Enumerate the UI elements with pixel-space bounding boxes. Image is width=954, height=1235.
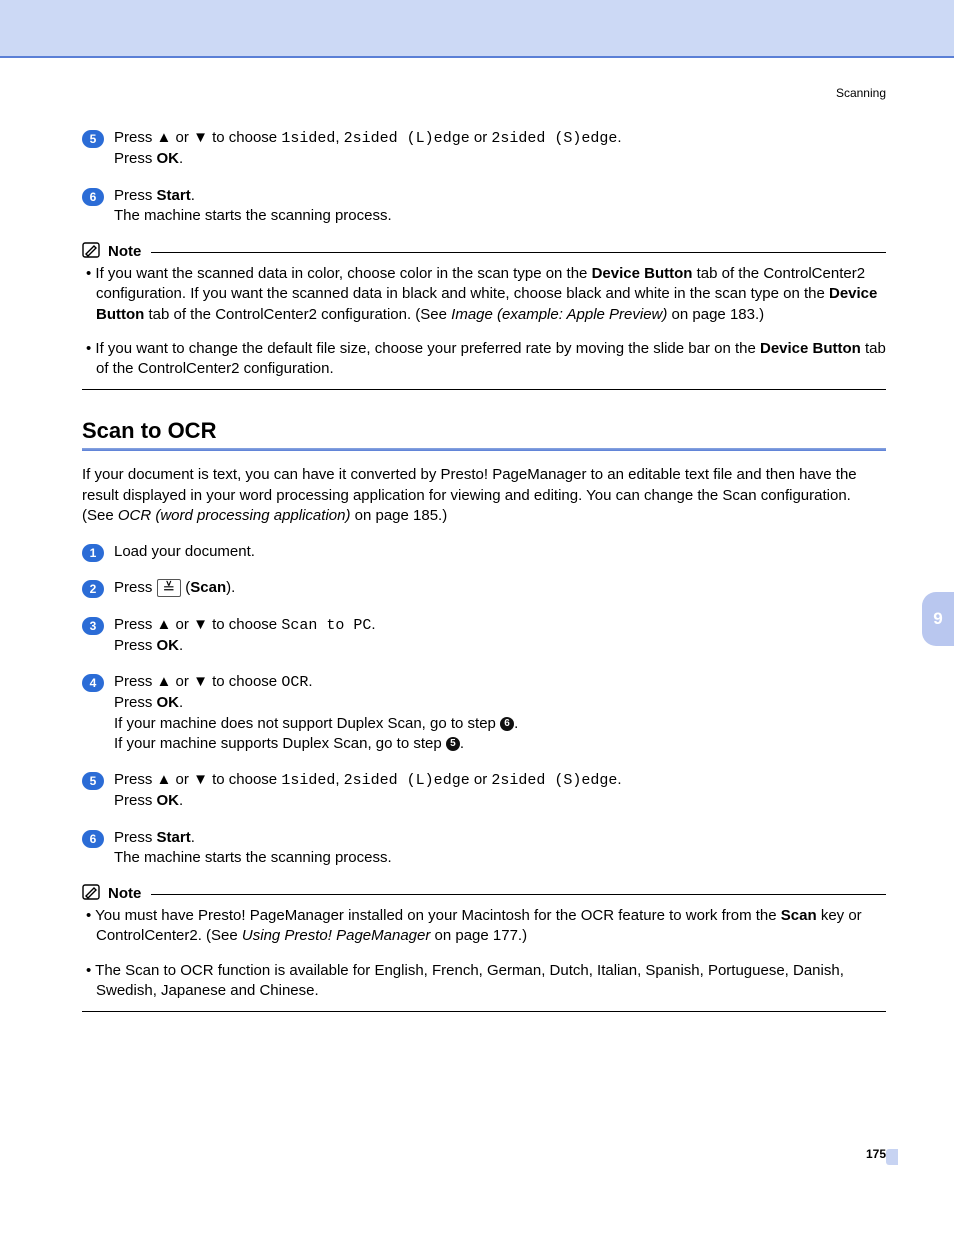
step-reference-icon: 6 [500,717,514,731]
section-title: Scan to OCR [82,418,886,444]
ocr-step-6: 6 Press Start. The machine starts the sc… [82,828,886,869]
content: Scanning 5 Press ▲ or ▼ to choose 1sided… [0,58,954,1012]
up-arrow-icon: ▲ [157,771,172,788]
page: 9 Scanning 5 Press ▲ or ▼ to choose 1sid… [0,0,954,1235]
step-reference-icon: 5 [446,737,460,751]
down-arrow-icon: ▼ [193,771,208,788]
note-end-rule [82,1011,886,1012]
ocr-step-3: 3 Press ▲ or ▼ to choose Scan to PC. Pre… [82,615,886,657]
ocr-step-2: 2 Press ≚ (Scan). [82,578,886,598]
section-intro: If your document is text, you can have i… [82,465,886,526]
option-2sided-ledge: 2sided (L)edge [344,130,470,147]
note-item: If you want the scanned data in color, c… [82,264,886,325]
note-block: Note If you want the scanned data in col… [82,242,886,390]
ocr-step-1: 1 Load your document. [82,542,886,562]
note-list: If you want the scanned data in color, c… [82,264,886,379]
scan-key-icon: ≚ [157,579,182,597]
step-number-icon: 6 [82,188,104,206]
step-5: 5 Press ▲ or ▼ to choose 1sided, 2sided … [82,128,886,170]
step-body: Press ▲ or ▼ to choose 1sided, 2sided (L… [114,128,886,170]
step-number-icon: 4 [82,674,104,692]
note-item: You must have Presto! PageManager instal… [82,906,886,947]
note-item: The Scan to OCR function is available fo… [82,961,886,1002]
up-arrow-icon: ▲ [157,129,172,146]
step-number-icon: 6 [82,830,104,848]
option-ocr: OCR [281,674,308,691]
step-number-icon: 3 [82,617,104,635]
down-arrow-icon: ▼ [193,673,208,690]
option-2sided-sedge: 2sided (S)edge [491,772,617,789]
note-list: You must have Presto! PageManager instal… [82,906,886,1001]
top-bar [0,0,954,58]
option-2sided-ledge: 2sided (L)edge [344,772,470,789]
step-body: Press Start. The machine starts the scan… [114,828,886,869]
note-item: If you want to change the default file s… [82,339,886,380]
step-number-icon: 2 [82,580,104,598]
step-body: Press ▲ or ▼ to choose OCR. Press OK. If… [114,672,886,754]
up-arrow-icon: ▲ [157,673,172,690]
step-body: Press ▲ or ▼ to choose Scan to PC. Press… [114,615,886,657]
pencil-note-icon [82,242,102,260]
down-arrow-icon: ▼ [193,129,208,146]
running-header: Scanning [82,86,886,100]
section-rule [82,448,886,451]
ocr-step-4: 4 Press ▲ or ▼ to choose OCR. Press OK. … [82,672,886,754]
option-scan-to-pc: Scan to PC [281,617,371,634]
pencil-note-icon [82,884,102,902]
chapter-tab-label: 9 [933,609,942,629]
option-2sided-sedge: 2sided (S)edge [491,130,617,147]
note-label: Note [108,885,141,902]
note-heading: Note [82,242,886,260]
option-1sided: 1sided [281,130,335,147]
down-arrow-icon: ▼ [193,616,208,633]
note-heading: Note [82,884,886,902]
step-6: 6 Press Start. The machine starts the sc… [82,186,886,227]
note-end-rule [82,389,886,390]
page-number-tab [886,1149,898,1165]
option-1sided: 1sided [281,772,335,789]
step-body: Load your document. [114,542,886,562]
chapter-tab: 9 [922,592,954,646]
note-rule [151,894,886,895]
ocr-step-5: 5 Press ▲ or ▼ to choose 1sided, 2sided … [82,770,886,812]
note-rule [151,252,886,253]
note-block: Note You must have Presto! PageManager i… [82,884,886,1012]
step-number-icon: 1 [82,544,104,562]
step-number-icon: 5 [82,772,104,790]
note-label: Note [108,243,141,260]
step-body: Press ▲ or ▼ to choose 1sided, 2sided (L… [114,770,886,812]
step-body: Press Start. The machine starts the scan… [114,186,886,227]
up-arrow-icon: ▲ [157,616,172,633]
page-number: 175 [866,1147,886,1161]
step-body: Press ≚ (Scan). [114,578,886,598]
step-number-icon: 5 [82,130,104,148]
